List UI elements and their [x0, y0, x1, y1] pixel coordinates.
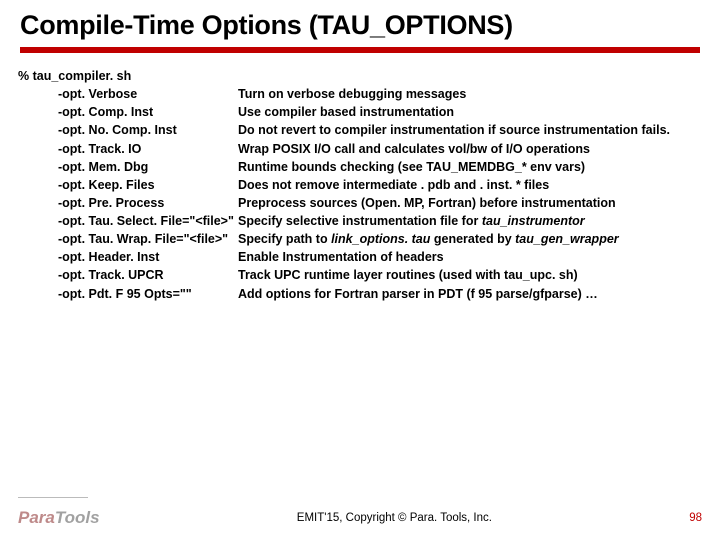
- option-row: -opt. Track. UPCR Track UPC runtime laye…: [18, 266, 702, 284]
- option-row: -opt. No. Comp. Inst Do not revert to co…: [18, 121, 702, 139]
- option-flag: -opt. Pdt. F 95 Opts="": [58, 285, 238, 303]
- option-flag: -opt. Track. IO: [58, 140, 238, 158]
- footer: ParaTools EMIT'15, Copyright © Para. Too…: [0, 508, 720, 528]
- slide: Compile-Time Options (TAU_OPTIONS) % tau…: [0, 0, 720, 540]
- option-row: -opt. Tau. Wrap. File="<file>" Specify p…: [18, 230, 702, 248]
- option-row: -opt. Keep. Files Does not remove interm…: [18, 176, 702, 194]
- option-row: -opt. Pdt. F 95 Opts="" Add options for …: [18, 285, 702, 303]
- option-flag: -opt. Verbose: [58, 85, 238, 103]
- logo-para-text: Para: [18, 508, 55, 528]
- option-flag: -opt. Mem. Dbg: [58, 158, 238, 176]
- option-desc: Turn on verbose debugging messages: [238, 85, 702, 103]
- option-flag: -opt. Tau. Wrap. File="<file>": [58, 230, 238, 248]
- option-desc: Track UPC runtime layer routines (used w…: [238, 266, 702, 284]
- option-flag: -opt. Pre. Process: [58, 194, 238, 212]
- option-desc: Does not remove intermediate . pdb and .…: [238, 176, 702, 194]
- option-flag: -opt. No. Comp. Inst: [58, 121, 238, 139]
- option-desc: Runtime bounds checking (see TAU_MEMDBG_…: [238, 158, 702, 176]
- option-row: -opt. Tau. Select. File="<file>" Specify…: [18, 212, 702, 230]
- logo-divider: [18, 497, 88, 498]
- page-number: 98: [689, 512, 702, 524]
- option-desc: Use compiler based instrumentation: [238, 103, 702, 121]
- option-row: -opt. Mem. Dbg Runtime bounds checking (…: [18, 158, 702, 176]
- option-flag: -opt. Track. UPCR: [58, 266, 238, 284]
- option-desc: Add options for Fortran parser in PDT (f…: [238, 285, 702, 303]
- content-area: % tau_compiler. sh -opt. Verbose Turn on…: [0, 53, 720, 303]
- slide-title: Compile-Time Options (TAU_OPTIONS): [20, 10, 700, 41]
- option-row: -opt. Verbose Turn on verbose debugging …: [18, 85, 702, 103]
- command-line: % tau_compiler. sh: [18, 67, 702, 85]
- option-row: -opt. Pre. Process Preprocess sources (O…: [18, 194, 702, 212]
- option-row: -opt. Track. IO Wrap POSIX I/O call and …: [18, 140, 702, 158]
- option-desc: Preprocess sources (Open. MP, Fortran) b…: [238, 194, 702, 212]
- option-flag: -opt. Tau. Select. File="<file>": [58, 212, 238, 230]
- option-desc: Enable Instrumentation of headers: [238, 248, 702, 266]
- option-flag: -opt. Keep. Files: [58, 176, 238, 194]
- logo-tools-text: Tools: [55, 508, 100, 528]
- option-desc: Specify selective instrumentation file f…: [238, 212, 702, 230]
- option-flag: -opt. Header. Inst: [58, 248, 238, 266]
- option-row: -opt. Header. Inst Enable Instrumentatio…: [18, 248, 702, 266]
- option-desc: Specify path to link_options. tau genera…: [238, 230, 702, 248]
- title-area: Compile-Time Options (TAU_OPTIONS): [0, 0, 720, 53]
- option-flag: -opt. Comp. Inst: [58, 103, 238, 121]
- option-desc: Do not revert to compiler instrumentatio…: [238, 121, 702, 139]
- copyright-text: EMIT'15, Copyright © Para. Tools, Inc.: [100, 512, 690, 524]
- option-row: -opt. Comp. Inst Use compiler based inst…: [18, 103, 702, 121]
- paratools-logo: ParaTools: [18, 508, 100, 528]
- option-desc: Wrap POSIX I/O call and calculates vol/b…: [238, 140, 702, 158]
